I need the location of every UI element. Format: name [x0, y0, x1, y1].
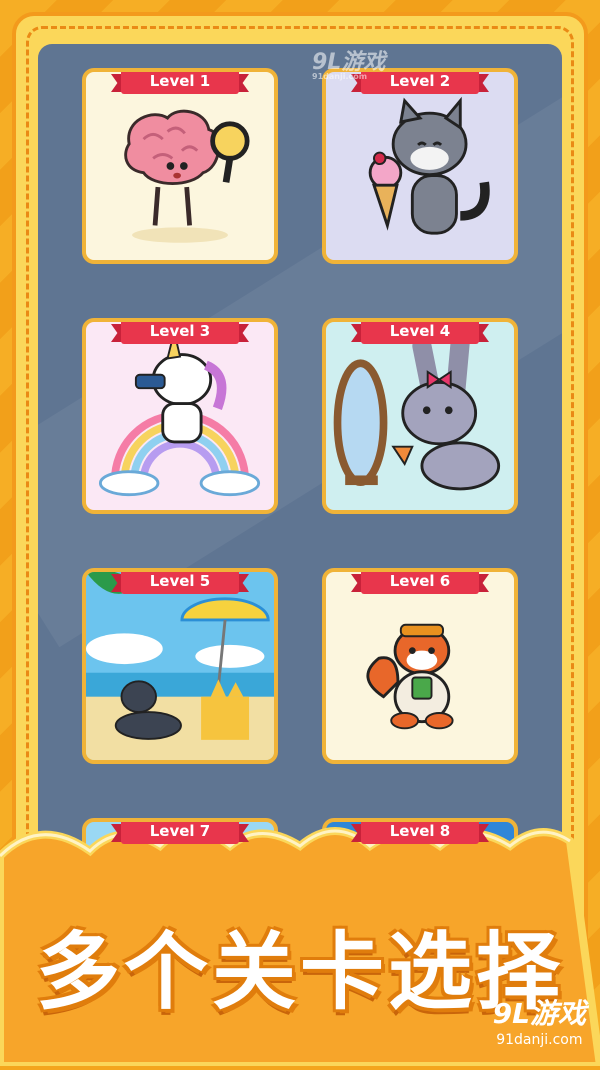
- level-label: Level 3: [121, 322, 239, 344]
- level-ribbon: Level 8: [351, 822, 489, 844]
- level-ribbon: Level 5: [111, 572, 249, 594]
- brain-illustration: [86, 72, 274, 260]
- level-card-2[interactable]: Level 2: [322, 68, 518, 264]
- level-label: Level 7: [121, 822, 239, 844]
- level-card-5[interactable]: Level 5: [82, 568, 278, 764]
- level-label: Level 6: [361, 572, 479, 594]
- level-ribbon: Level 4: [351, 322, 489, 344]
- cat-icecream-illustration: [326, 72, 514, 260]
- watermark-bottom: 9L游戏 91danji.com: [493, 992, 586, 1048]
- bunny-mirror-illustration: [326, 322, 514, 510]
- level-label: Level 1: [121, 72, 239, 94]
- watermark-bottom-site: 91danji.com: [496, 1032, 583, 1048]
- unicorn-illustration: [86, 322, 274, 510]
- level-ribbon: Level 7: [111, 822, 249, 844]
- level-ribbon: Level 6: [351, 572, 489, 594]
- beach-cat-illustration: [86, 572, 274, 760]
- watermark-bottom-logo: 9L游戏: [492, 997, 586, 1030]
- level-card-6[interactable]: Level 6: [322, 568, 518, 764]
- level-label: Level 4: [361, 322, 479, 344]
- watermark-top: 9L游戏 91danji.com: [312, 44, 385, 81]
- level-card-3[interactable]: Level 3: [82, 318, 278, 514]
- level-ribbon: Level 3: [111, 322, 249, 344]
- level-card-4[interactable]: Level 4: [322, 318, 518, 514]
- level-label: Level 8: [361, 822, 479, 844]
- level-card-1[interactable]: Level 1: [82, 68, 278, 264]
- level-label: Level 5: [121, 572, 239, 594]
- level-ribbon: Level 1: [111, 72, 249, 94]
- level-grid-panel[interactable]: Level 1 Level 2 Level 3 Level 4 Level 5 …: [38, 44, 562, 944]
- red-panda-illustration: [326, 572, 514, 760]
